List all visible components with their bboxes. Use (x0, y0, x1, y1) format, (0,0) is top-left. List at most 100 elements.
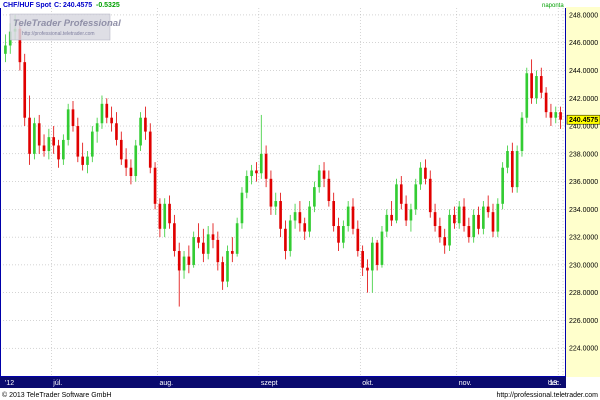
candle-body-down (366, 267, 369, 271)
time-tick-label: júl. (52, 380, 62, 387)
price-tick-label: 238.0000 (569, 151, 598, 158)
candlestick-chart: CHF/HUF Spot C: 240.4575 -0.5325 naponta… (0, 0, 600, 400)
candle-body-down (530, 73, 533, 99)
candle-body-down (197, 237, 200, 243)
header-last-label: C: (54, 2, 61, 9)
chart-frame: CHF/HUF Spot C: 240.4575 -0.5325 naponta… (0, 0, 600, 400)
price-tick-label: 226.0000 (569, 318, 598, 325)
candle-body-down (81, 156, 84, 165)
candle-body-up (448, 214, 451, 246)
price-tick-label: 232.0000 (569, 235, 598, 242)
header-symbol: CHF/HUF Spot (3, 2, 52, 9)
candle-body-down (158, 203, 162, 229)
candle-body-down (124, 159, 128, 168)
candle-body-up (535, 76, 538, 99)
candle-body-up (520, 117, 524, 152)
candle-body-up (288, 220, 292, 252)
candle-body-up (317, 170, 321, 188)
candle-body-down (443, 237, 447, 246)
candle-body-up (457, 206, 461, 224)
header-last-value: 240.4575 (63, 2, 92, 9)
candle-body-up (515, 151, 519, 188)
candle-body-up (192, 237, 196, 265)
candle-body-down (544, 92, 548, 113)
footer-url: http://professional.teletrader.com (496, 392, 598, 399)
candle-body-up (409, 209, 413, 221)
candle-body-down (332, 201, 336, 227)
candle-body-up (501, 167, 504, 204)
candle-body-up (259, 153, 263, 174)
price-tick-label: 228.0000 (569, 290, 598, 297)
candle-body-down (115, 123, 118, 140)
candle-body-down (52, 137, 56, 146)
candle-body-up (482, 206, 485, 229)
candle-body-down (187, 256, 191, 265)
candle-body-up (100, 103, 104, 124)
price-tick-label: 234.0000 (569, 207, 598, 214)
candle-body-down (202, 242, 205, 254)
candle-body-down (462, 206, 466, 227)
price-tick-label: 236.0000 (569, 179, 598, 186)
candle-body-down (177, 251, 181, 271)
candle-body-down (322, 170, 326, 179)
header-change: -0.5325 (96, 2, 120, 9)
candle-body-down (486, 206, 490, 213)
candle-body-up (90, 131, 94, 157)
candle-body-down (327, 178, 331, 202)
candle-body-up (235, 223, 239, 254)
time-tick-label: okt. (362, 380, 373, 387)
candle-body-up (380, 231, 384, 265)
candle-body-down (361, 251, 364, 268)
candle-body-down (211, 234, 215, 240)
candle-body-up (342, 226, 345, 243)
price-tick-label: 224.0000 (569, 346, 598, 353)
candle-body-down (390, 214, 393, 221)
candle-body-up (206, 234, 210, 254)
candle-body-down (356, 228, 360, 252)
header-interval: naponta (542, 3, 564, 9)
candle-body-down (284, 228, 287, 252)
candle-body-down (510, 151, 514, 188)
candle-body-up (308, 206, 311, 232)
logo-brand: TeleTrader Professional (13, 18, 121, 29)
candle-body-down (549, 112, 553, 118)
logo-url: http://professional.teletrader.com (22, 31, 95, 37)
time-tick-label: nov. (459, 380, 472, 387)
candle-body-up (414, 184, 418, 210)
candle-body-up (525, 73, 529, 118)
candle-body-up (274, 201, 278, 207)
candle-body-up (47, 137, 51, 152)
time-tick-label: '12 (5, 380, 14, 387)
candle-body-up (370, 242, 374, 271)
candle-body-up (66, 109, 70, 140)
candle-body-down (424, 167, 427, 179)
candle-body-up (240, 192, 244, 224)
candle-body-up (95, 123, 99, 132)
candle-body-down (298, 212, 302, 224)
candle-body-up (245, 176, 249, 193)
candle-body-down (57, 145, 60, 160)
candle-body-down (216, 239, 220, 263)
candle-body-down (230, 251, 234, 254)
plot-area (0, 7, 566, 377)
candle-body-up (250, 170, 253, 177)
candle-body-down (153, 167, 157, 204)
candle-body-down (144, 117, 147, 132)
candle-body-down (168, 203, 171, 224)
candle-body-up (472, 214, 476, 238)
candle-body-down (539, 76, 543, 93)
candle-body-down (428, 178, 432, 213)
candle-body-down (129, 167, 133, 177)
candle-body-down (559, 112, 562, 120)
time-tick-label: szept (261, 380, 278, 387)
candle-body-down (119, 139, 123, 160)
candle-body-down (221, 262, 224, 282)
last-price-marker: 240.4575 (566, 114, 600, 125)
candle-body-down (23, 62, 27, 118)
candle-body-up (385, 214, 389, 232)
candle-body-down (375, 242, 379, 265)
candle-body-down (255, 170, 258, 174)
candle-body-down (477, 214, 480, 229)
candle-body-down (71, 109, 75, 127)
candle-body-down (351, 206, 355, 229)
